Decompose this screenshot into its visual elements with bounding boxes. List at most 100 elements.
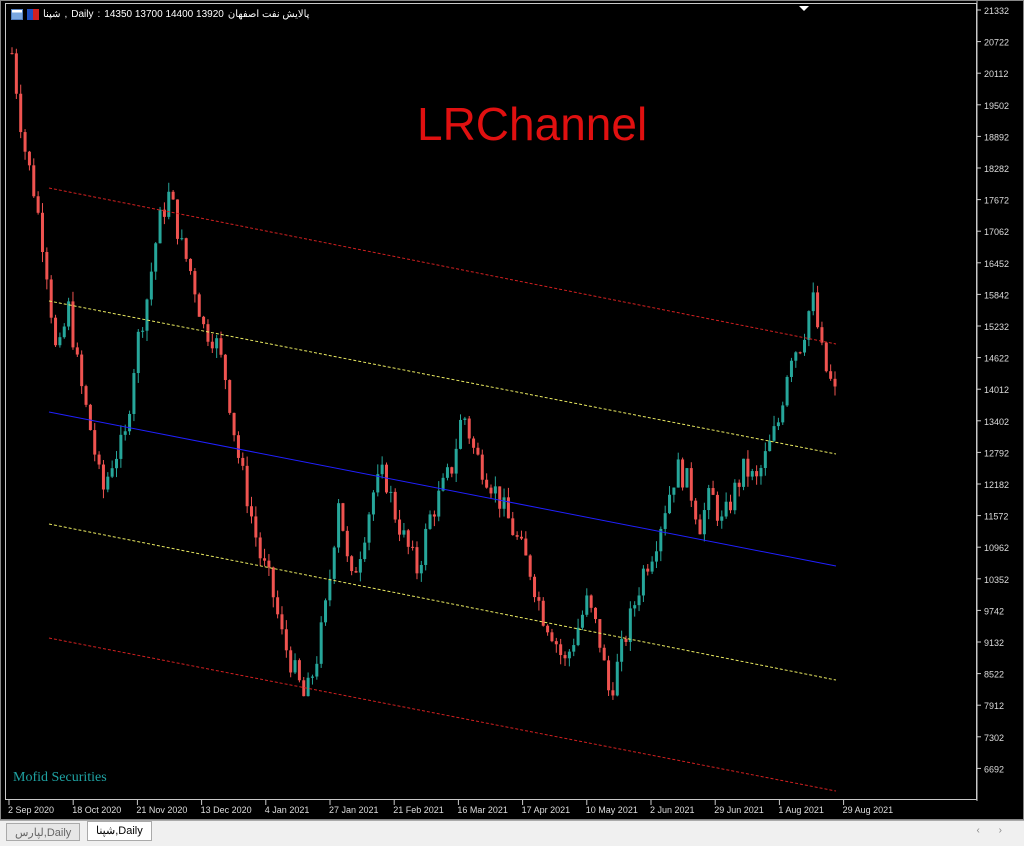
price-tick-label: 18282 xyxy=(984,164,1009,174)
candle-body xyxy=(54,317,58,346)
candle-body xyxy=(45,252,49,280)
candle-body xyxy=(236,435,240,458)
candle-body xyxy=(145,299,149,331)
candle-body xyxy=(280,614,284,630)
candle-body xyxy=(276,597,280,615)
candle-body xyxy=(175,199,179,239)
price-tick-label: 6692 xyxy=(984,764,1004,774)
company-name: پالایش نفت اصفهان xyxy=(227,9,310,20)
candle-body xyxy=(506,497,510,519)
chart-window-icon xyxy=(11,9,23,20)
candle-body xyxy=(402,530,406,535)
candle-body xyxy=(794,352,798,361)
candle-body xyxy=(202,316,206,325)
candle-body xyxy=(489,487,493,494)
candle-body xyxy=(715,494,719,521)
price-tick-label: 12792 xyxy=(984,448,1009,458)
candle-body xyxy=(254,516,258,538)
date-tick-label: 27 Jan 2021 xyxy=(329,805,379,815)
candle-body xyxy=(668,494,672,514)
tab-lpars-daily[interactable]: لپارس,Daily xyxy=(6,823,81,841)
candle-body xyxy=(702,510,706,535)
candle-body xyxy=(350,556,354,572)
candle-body xyxy=(184,238,188,259)
candle-body xyxy=(567,651,571,659)
candle-body xyxy=(519,536,523,539)
price-tick-label: 17672 xyxy=(984,196,1009,206)
candle-body xyxy=(289,650,293,673)
price-tick-label: 15842 xyxy=(984,290,1009,300)
candle-body xyxy=(620,638,624,662)
candle-body xyxy=(476,447,480,455)
date-tick-label: 17 Apr 2021 xyxy=(522,805,571,815)
candle-body xyxy=(624,638,628,642)
candle-body xyxy=(833,378,837,387)
candle-body xyxy=(341,503,345,531)
price-tick-label: 10962 xyxy=(984,543,1009,553)
candle-body xyxy=(119,434,123,459)
date-tick-label: 2 Jun 2021 xyxy=(650,805,695,815)
candle-body xyxy=(432,514,436,517)
candle-body xyxy=(106,476,110,490)
candle-body xyxy=(36,196,40,213)
candle-body xyxy=(502,497,506,509)
date-tick-label: 21 Feb 2021 xyxy=(393,805,444,815)
candle-body xyxy=(49,279,53,318)
candle-body xyxy=(337,503,341,548)
tab-scroll-arrows[interactable]: ‹ › xyxy=(977,825,1010,836)
candle-body xyxy=(803,339,807,353)
candle-body xyxy=(258,537,262,559)
ohlc-values: 14350 13700 14400 13920 xyxy=(104,9,224,20)
tab-shpna-daily[interactable]: شپنا,Daily xyxy=(87,821,152,841)
candle-body xyxy=(485,479,489,488)
candle-body xyxy=(267,560,271,568)
candle-body xyxy=(707,488,711,511)
price-tick-label: 7302 xyxy=(984,733,1004,743)
candle-body xyxy=(158,209,162,244)
candle-body xyxy=(19,93,23,133)
candle-body xyxy=(550,632,554,642)
channel-line-middle xyxy=(48,411,837,567)
candle-body xyxy=(23,132,27,152)
date-tick-label: 1 Aug 2021 xyxy=(778,805,824,815)
candle-body xyxy=(345,530,349,557)
candle-body xyxy=(228,380,232,413)
candle-body xyxy=(428,514,432,529)
candle-body xyxy=(389,491,393,493)
candle-body xyxy=(524,538,528,556)
candle-body xyxy=(694,500,698,520)
candle-body xyxy=(424,528,428,565)
candle-body xyxy=(149,271,153,300)
candle-body xyxy=(306,677,310,697)
candle-body xyxy=(676,459,680,488)
candle-body xyxy=(533,576,537,598)
price-tick-label: 16452 xyxy=(984,259,1009,269)
candle-body xyxy=(742,458,746,487)
price-tick-label: 17062 xyxy=(984,227,1009,237)
candle-body xyxy=(554,641,558,645)
channel-line-upper-inner xyxy=(48,300,837,455)
candle-body xyxy=(80,354,84,387)
candle-body xyxy=(215,338,219,349)
candle-body xyxy=(493,486,497,494)
chart-window[interactable]: 21332 20722 20112 19502 18892 18282 17672 17062… xyxy=(0,0,1024,820)
candle-body xyxy=(263,558,267,561)
candle-body xyxy=(32,165,36,197)
candle-body xyxy=(563,655,567,659)
date-tick-label: 18 Oct 2020 xyxy=(72,805,121,815)
candle-body xyxy=(450,467,454,474)
candle-body xyxy=(594,607,598,620)
candle-body xyxy=(315,663,319,677)
candle-body xyxy=(206,324,210,342)
candle-body xyxy=(628,608,632,642)
candle-body xyxy=(724,501,728,517)
candle-body xyxy=(511,518,515,536)
candle-body xyxy=(197,294,201,317)
candle-body xyxy=(171,191,175,200)
price-tick-label: 13402 xyxy=(984,417,1009,427)
candle-body xyxy=(371,492,375,515)
candle-body xyxy=(101,464,105,490)
candle-body xyxy=(189,258,193,272)
candle-body xyxy=(115,458,119,469)
candle-body xyxy=(798,352,802,354)
